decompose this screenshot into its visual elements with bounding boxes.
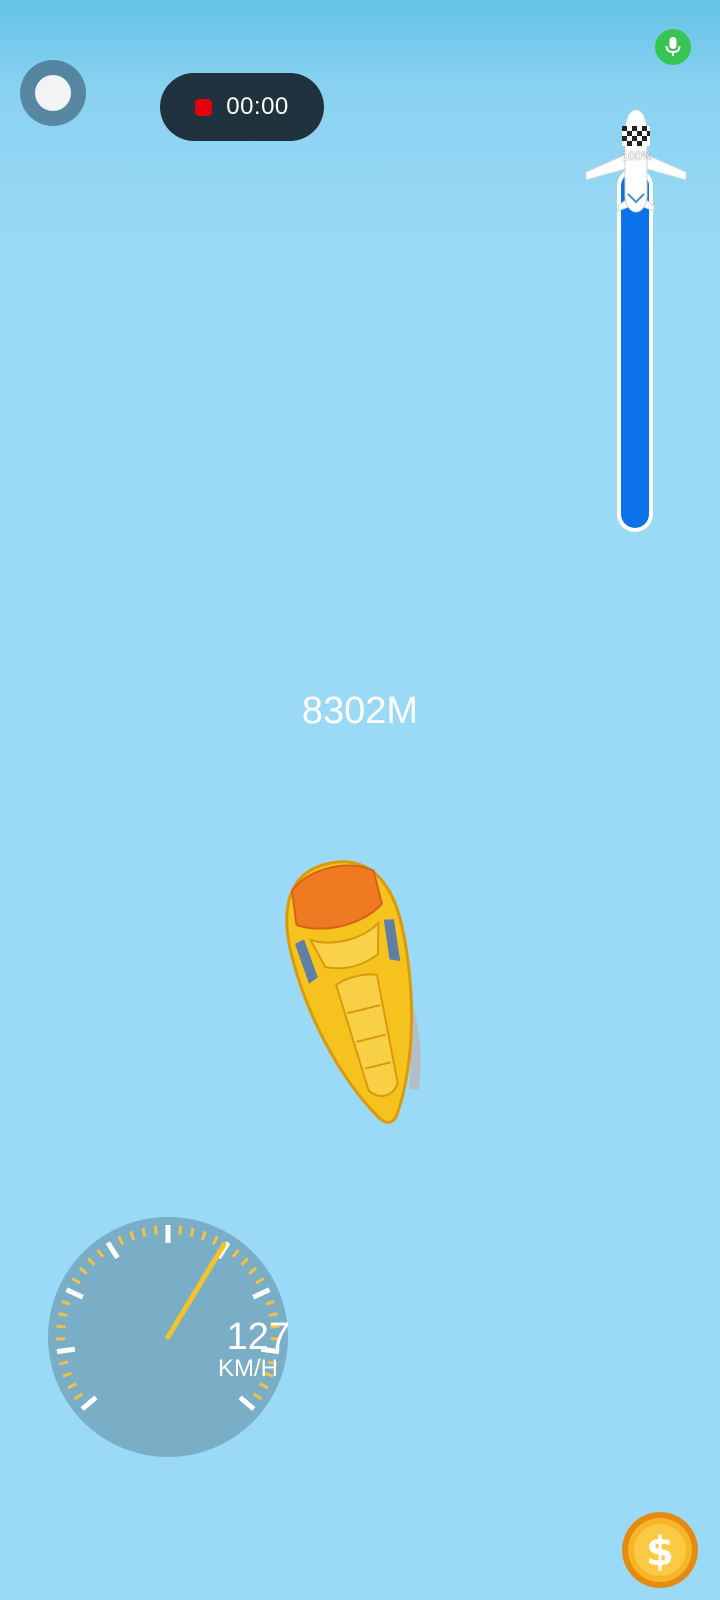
dollar-coin-icon[interactable]: $ xyxy=(620,1510,700,1590)
speedometer-minor-tick xyxy=(189,1227,195,1237)
svg-text:$: $ xyxy=(646,1529,674,1575)
progress-percent-label: 100% xyxy=(621,149,653,163)
record-dot-icon xyxy=(195,98,213,116)
distance-readout: 8302M xyxy=(301,690,419,732)
speedometer-minor-tick xyxy=(153,1225,158,1235)
screen-recording-indicator[interactable]: 00:00 xyxy=(160,73,324,141)
progress-fill xyxy=(621,172,649,528)
microphone-icon xyxy=(665,37,681,56)
speedometer-minor-tick xyxy=(58,1360,69,1366)
speed-value: 127 xyxy=(226,1316,290,1358)
microphone-indicator xyxy=(655,29,691,65)
speedometer-minor-tick xyxy=(56,1324,66,1329)
speedometer-minor-tick xyxy=(178,1225,183,1235)
assistive-touch-icon xyxy=(35,75,71,111)
speedometer-minor-tick xyxy=(58,1312,68,1318)
speed-unit: KM/H xyxy=(218,1355,278,1382)
recording-timer: 00:00 xyxy=(226,93,289,120)
assistive-touch-button[interactable] xyxy=(20,60,86,126)
checkered-flag-icon xyxy=(622,126,650,146)
speedometer-major-tick xyxy=(56,1346,76,1355)
altitude-progress-bar xyxy=(617,168,653,532)
player-car xyxy=(285,860,421,1124)
speedometer-minor-tick xyxy=(141,1227,147,1237)
